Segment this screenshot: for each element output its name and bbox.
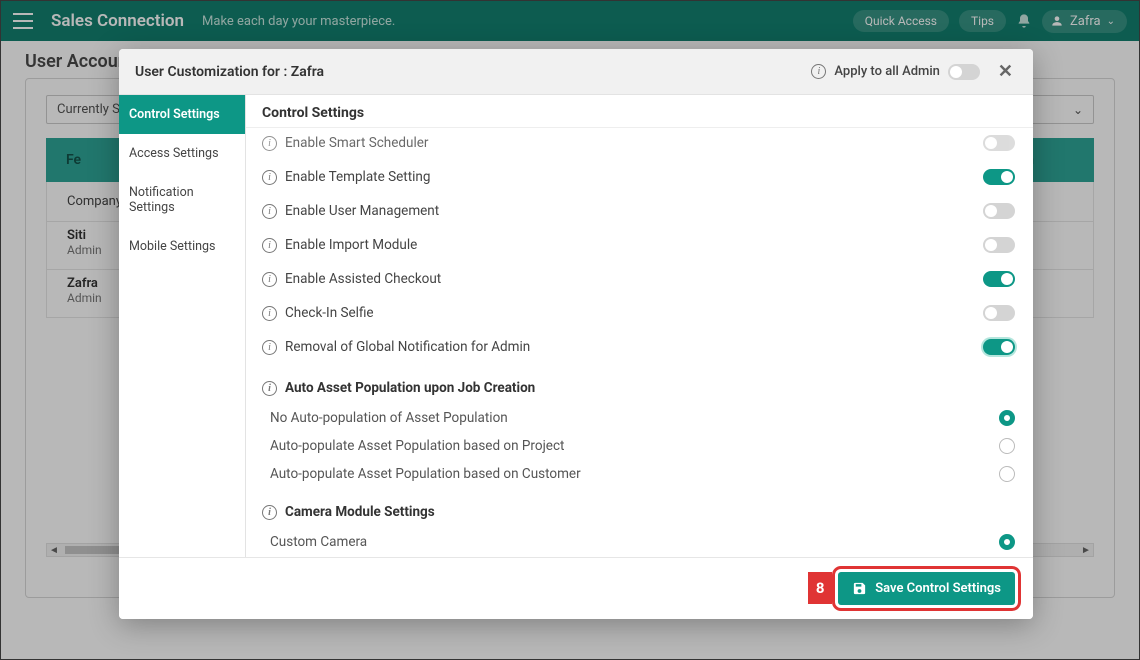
info-icon[interactable]: i [262, 204, 277, 219]
info-icon[interactable]: i [262, 505, 277, 520]
modal-title: User Customization for : Zafra [135, 64, 324, 80]
section-title: Control Settings [246, 95, 1033, 128]
user-customization-modal: User Customization for : Zafra i Apply t… [119, 49, 1033, 619]
setting-toggle[interactable] [983, 135, 1015, 151]
tab-mobile-settings[interactable]: Mobile Settings [119, 227, 245, 266]
tab-control-settings[interactable]: Control Settings [119, 95, 245, 134]
radio-option[interactable] [999, 410, 1015, 426]
modal-header: User Customization for : Zafra i Apply t… [119, 49, 1033, 95]
apply-all-label: Apply to all Admin [834, 64, 940, 79]
radio-option[interactable] [999, 438, 1015, 454]
setting-toggle[interactable] [983, 237, 1015, 253]
settings-scroll[interactable]: i Enable Smart Scheduler i Enable Templa… [246, 128, 1033, 557]
tab-access-settings[interactable]: Access Settings [119, 134, 245, 173]
info-icon[interactable]: i [262, 381, 277, 396]
settings-tabs: Control Settings Access Settings Notific… [119, 95, 246, 557]
tab-notification-settings[interactable]: Notification Settings [119, 173, 245, 227]
setting-toggle[interactable] [983, 305, 1015, 321]
setting-label: Enable Smart Scheduler [285, 135, 428, 151]
setting-toggle[interactable] [983, 169, 1015, 185]
radio-label: Auto-populate Asset Population based on … [270, 438, 564, 454]
apply-all-toggle[interactable] [948, 64, 980, 80]
apply-to-all-admin: i Apply to all Admin [811, 64, 980, 80]
save-icon [852, 581, 867, 596]
radio-label: No Auto-population of Asset Population [270, 410, 508, 426]
radio-label: Auto-populate Asset Population based on … [270, 466, 581, 482]
radio-option[interactable] [999, 466, 1015, 482]
group-title: Auto Asset Population upon Job Creation [285, 380, 535, 396]
info-icon[interactable]: i [811, 64, 826, 79]
setting-label: Enable Template Setting [285, 169, 430, 185]
info-icon[interactable]: i [262, 238, 277, 253]
save-control-settings-button[interactable]: Save Control Settings [838, 572, 1015, 605]
radio-label: Custom Camera [270, 534, 367, 550]
setting-toggle[interactable] [983, 339, 1015, 355]
info-icon[interactable]: i [262, 136, 277, 151]
setting-toggle[interactable] [983, 271, 1015, 287]
close-icon[interactable]: ✕ [994, 61, 1017, 82]
info-icon[interactable]: i [262, 272, 277, 287]
group-title: Camera Module Settings [285, 504, 435, 520]
setting-label: Enable User Management [285, 203, 439, 219]
info-icon[interactable]: i [262, 340, 277, 355]
setting-toggle[interactable] [983, 203, 1015, 219]
info-icon[interactable]: i [262, 170, 277, 185]
setting-label: Check-In Selfie [285, 305, 374, 321]
setting-label: Removal of Global Notification for Admin [285, 339, 530, 355]
setting-label: Enable Assisted Checkout [285, 271, 441, 287]
setting-label: Enable Import Module [285, 237, 417, 253]
save-button-label: Save Control Settings [875, 581, 1001, 596]
modal-footer: 8 Save Control Settings [119, 557, 1033, 619]
callout-number: 8 [808, 572, 832, 604]
radio-option[interactable] [999, 534, 1015, 550]
info-icon[interactable]: i [262, 306, 277, 321]
